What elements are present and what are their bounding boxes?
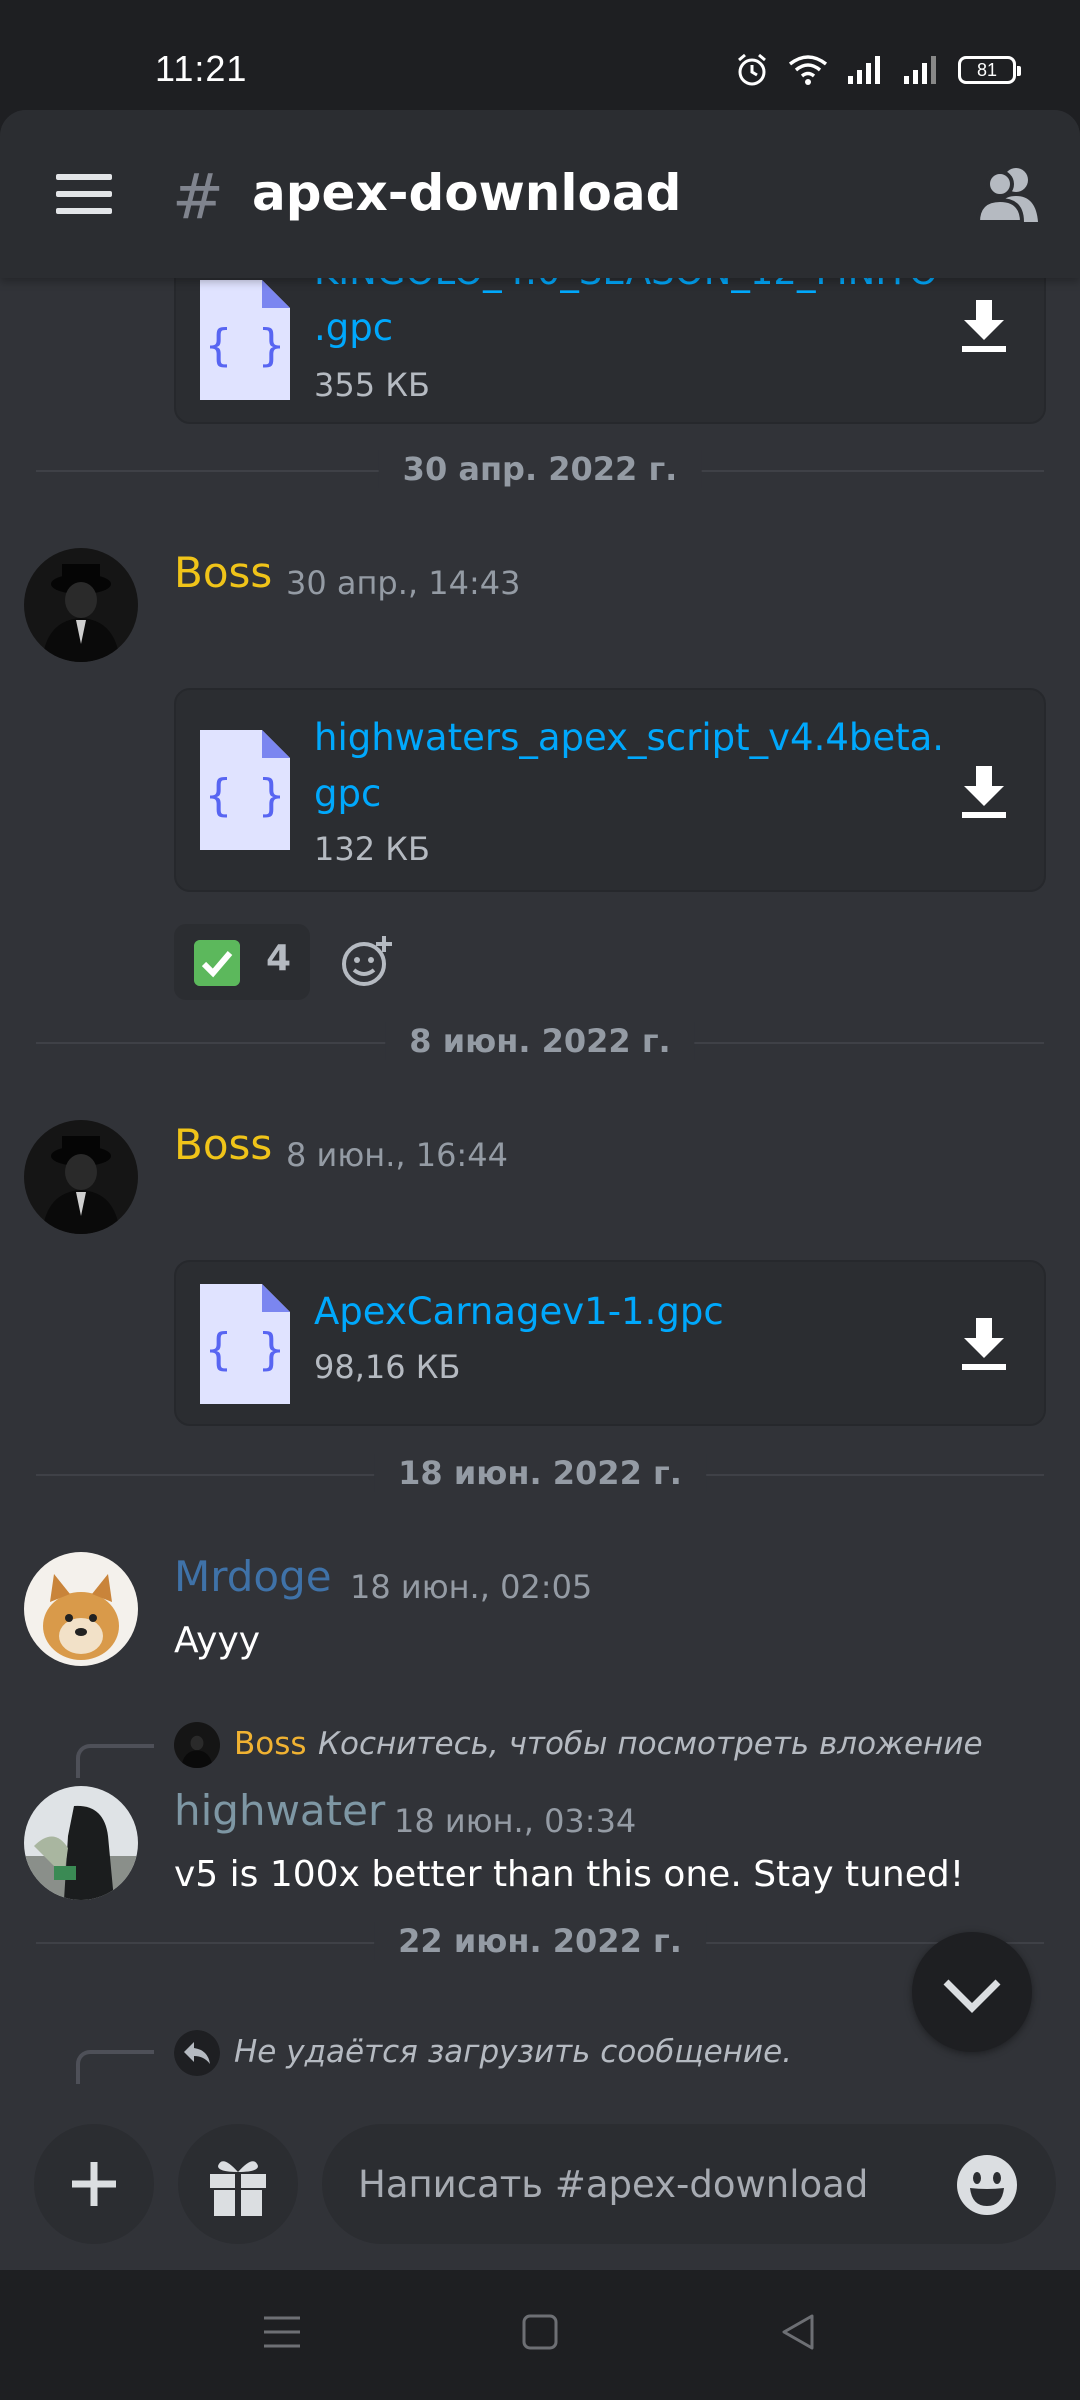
status-icons: 81 (734, 52, 1021, 88)
svg-text:{ }: { } (205, 770, 284, 821)
reply-preview-text[interactable]: Коснитесь, чтобы посмотреть вложение (318, 1726, 983, 1762)
avatar[interactable] (24, 548, 138, 662)
file-size: 98,16 КБ (314, 1348, 461, 1386)
download-icon[interactable] (960, 766, 1008, 818)
download-icon[interactable] (960, 300, 1008, 352)
channel-hash-icon: # (172, 160, 224, 233)
reaction-count: 4 (266, 938, 292, 979)
reaction-check[interactable]: 4 (174, 924, 310, 1000)
code-file-icon: { } (200, 280, 290, 400)
reply-avatar (174, 1722, 220, 1768)
reply-connector (76, 2050, 154, 2084)
hamburger-menu-icon[interactable] (56, 174, 112, 214)
message-composer (0, 2108, 1080, 2270)
check-mark-icon (194, 940, 240, 986)
gift-icon (210, 2161, 266, 2216)
message-text: v5 is 100x better than this one. Stay tu… (174, 1854, 965, 1895)
message-text: Ayyy (174, 1620, 261, 1661)
date-divider: 22 июн. 2022 г. (36, 1922, 1044, 1962)
message-list[interactable]: { } KINGOLO_4.0_SEASON_12_FINITO .gpc 35… (0, 278, 1080, 2108)
file-name-tail[interactable]: .gpc (314, 300, 954, 356)
message-author[interactable]: highwater (174, 1786, 385, 1835)
wifi-icon (788, 55, 828, 85)
date-divider: 18 июн. 2022 г. (36, 1454, 1044, 1494)
battery-icon: 81 (958, 56, 1021, 84)
date-divider: 8 июн. 2022 г. (36, 1022, 1044, 1062)
chevron-down-icon (943, 1979, 1001, 2013)
alarm-icon (738, 53, 766, 86)
svg-text:{ }: { } (205, 320, 284, 371)
signal-icon (848, 56, 880, 84)
code-file-icon: { } (200, 1284, 290, 1404)
gift-button[interactable] (178, 2124, 298, 2244)
file-attachment[interactable]: { } KINGOLO_4.0_SEASON_12_FINITO .gpc 35… (174, 278, 1046, 424)
avatar[interactable] (24, 1120, 138, 1234)
date-divider: 30 апр. 2022 г. (36, 450, 1044, 490)
emoji-icon[interactable] (956, 2154, 1018, 2216)
avatar[interactable] (24, 1786, 138, 1900)
plus-icon (72, 2162, 116, 2206)
channel-header: # apex-download (0, 110, 1080, 278)
file-name[interactable]: highwaters_apex_script_v4.4beta.gpc (314, 710, 954, 822)
file-size: 132 КБ (314, 830, 430, 868)
recent-apps-icon[interactable] (262, 2312, 302, 2352)
add-reaction-icon[interactable] (340, 934, 394, 988)
status-bar: 11:21 81 (0, 0, 1080, 110)
system-navigation-bar (0, 2270, 1080, 2400)
reply-arrow-icon (174, 2030, 220, 2076)
home-icon[interactable] (520, 2312, 560, 2352)
reply-preview-text: Не удаётся загрузить сообщение. (234, 2034, 792, 2070)
svg-text:{ }: { } (205, 1324, 284, 1375)
message-timestamp: 8 июн., 16:44 (286, 1136, 508, 1174)
message-timestamp: 30 апр., 14:43 (286, 564, 521, 602)
file-attachment[interactable]: { } highwaters_apex_script_v4.4beta.gpc … (174, 688, 1046, 892)
file-size: 355 КБ (314, 366, 430, 404)
message-input[interactable] (358, 2124, 918, 2244)
add-attachment-button[interactable] (34, 2124, 154, 2244)
channel-title: apex-download (252, 164, 682, 222)
avatar[interactable] (24, 1552, 138, 1666)
status-time: 11:21 (155, 48, 248, 89)
message-timestamp: 18 июн., 02:05 (350, 1568, 593, 1606)
message-input-container[interactable] (322, 2124, 1056, 2244)
scroll-to-bottom-button[interactable] (912, 1932, 1032, 2052)
file-attachment[interactable]: { } ApexCarnagev1-1.gpc 98,16 КБ (174, 1260, 1046, 1426)
message-author[interactable]: Boss (174, 1120, 272, 1169)
message-timestamp: 18 июн., 03:34 (394, 1802, 637, 1840)
download-icon[interactable] (960, 1318, 1008, 1370)
code-file-icon: { } (200, 730, 290, 850)
back-icon[interactable] (778, 2312, 818, 2352)
message-author[interactable]: Mrdoge (174, 1552, 332, 1601)
signal-icon-2 (904, 56, 936, 84)
members-icon[interactable] (976, 164, 1040, 224)
app-window: # apex-download { } KINGOLO_4.0_SEASON_1… (0, 110, 1080, 2270)
message-author[interactable]: Boss (174, 548, 272, 597)
file-name[interactable]: KINGOLO_4.0_SEASON_12_FINITO (314, 278, 954, 300)
file-name[interactable]: ApexCarnagev1-1.gpc (314, 1284, 954, 1340)
reply-author[interactable]: Boss (234, 1726, 307, 1762)
reply-connector (76, 1744, 154, 1778)
